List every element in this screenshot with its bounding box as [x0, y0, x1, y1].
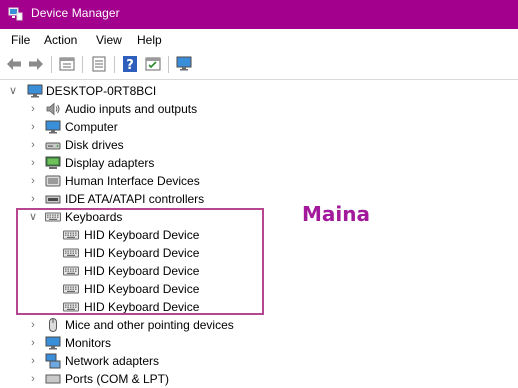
menu-action[interactable]: Action	[44, 33, 77, 47]
annotation-text: Maina	[302, 202, 370, 226]
monitor-icon	[45, 336, 61, 350]
chevron-right-icon[interactable]: ›	[28, 355, 38, 367]
category-label: IDE ATA/ATAPI controllers	[65, 192, 205, 206]
category-label: Mice and other pointing devices	[65, 318, 234, 332]
ide-controller-icon	[45, 195, 61, 204]
properties-icon[interactable]	[58, 55, 76, 73]
category-computer[interactable]: › Computer	[0, 118, 300, 136]
chevron-right-icon[interactable]: ›	[28, 319, 38, 331]
toolbar-separator	[82, 56, 83, 73]
chevron-right-icon[interactable]: ›	[28, 373, 38, 385]
speaker-icon	[46, 102, 60, 116]
category-label: Audio inputs and outputs	[65, 102, 198, 116]
chevron-right-icon[interactable]: ›	[28, 103, 38, 115]
mouse-icon	[49, 318, 57, 332]
toolbar-separator	[168, 56, 169, 73]
computer-name: DESKTOP-0RT8BCI	[46, 84, 157, 98]
category-monitors[interactable]: › Monitors	[0, 334, 300, 352]
display-adapter-icon	[45, 156, 61, 169]
toolbar-separator	[51, 56, 52, 73]
category-display-adapters[interactable]: › Display adapters	[0, 154, 300, 172]
category-human-interface-devices[interactable]: › Human Interface Devices	[0, 172, 300, 190]
device-manager-icon	[8, 7, 23, 21]
tree-root[interactable]: ∨ DESKTOP-0RT8BCI	[0, 82, 300, 100]
hid-icon	[45, 175, 61, 187]
category-mice-and-other-pointing-devices[interactable]: › Mice and other pointing devices	[0, 316, 300, 334]
category-label: Human Interface Devices	[65, 174, 200, 188]
category-network-adapters[interactable]: › Network adapters	[0, 352, 300, 370]
chevron-right-icon[interactable]: ›	[28, 121, 38, 133]
forward-arrow-icon[interactable]	[27, 55, 45, 73]
device-tree: ∨ DESKTOP-0RT8BCI › Audio inputs and out…	[0, 79, 518, 386]
back-arrow-icon[interactable]	[5, 55, 23, 73]
chevron-right-icon[interactable]: ›	[28, 157, 38, 169]
category-label: Network adapters	[65, 354, 160, 368]
network-adapter-icon	[45, 353, 61, 369]
category-audio-inputs-and-outputs[interactable]: › Audio inputs and outputs	[0, 100, 300, 118]
view-list-icon[interactable]	[90, 55, 108, 73]
menu-help[interactable]: Help	[137, 33, 162, 47]
show-hide-icon[interactable]	[144, 55, 162, 73]
disk-drive-icon	[45, 142, 61, 150]
chevron-right-icon[interactable]: ›	[28, 337, 38, 349]
title-bar: Device Manager	[0, 0, 518, 29]
computer-icon	[27, 84, 43, 98]
computer-icon	[45, 120, 61, 134]
category-label: Monitors	[65, 336, 112, 350]
category-label: Ports (COM & LPT)	[65, 372, 170, 386]
port-icon	[45, 374, 61, 384]
toolbar: ?	[0, 51, 518, 79]
category-disk-drives[interactable]: › Disk drives	[0, 136, 300, 154]
category-ports[interactable]: › Ports (COM & LPT)	[0, 370, 300, 388]
category-label: Disk drives	[65, 138, 124, 152]
chevron-right-icon[interactable]: ›	[28, 193, 38, 205]
category-ide-ata-atapi-controllers[interactable]: › IDE ATA/ATAPI controllers	[0, 190, 300, 208]
help-icon[interactable]: ?	[121, 55, 139, 73]
monitor-icon[interactable]	[175, 55, 193, 73]
category-label: Computer	[65, 120, 118, 134]
svg-text:?: ?	[126, 58, 134, 73]
menu-bar: File Action View Help	[0, 29, 518, 51]
toolbar-separator	[114, 56, 115, 73]
keyboards-highlight-box	[16, 208, 264, 315]
category-label: Display adapters	[65, 156, 155, 170]
window-title: Device Manager	[31, 6, 120, 20]
chevron-right-icon[interactable]: ›	[28, 175, 38, 187]
chevron-right-icon[interactable]: ›	[28, 139, 38, 151]
chevron-down-icon[interactable]: ∨	[8, 85, 18, 97]
menu-file[interactable]: File	[11, 33, 30, 47]
menu-view[interactable]: View	[96, 33, 122, 47]
